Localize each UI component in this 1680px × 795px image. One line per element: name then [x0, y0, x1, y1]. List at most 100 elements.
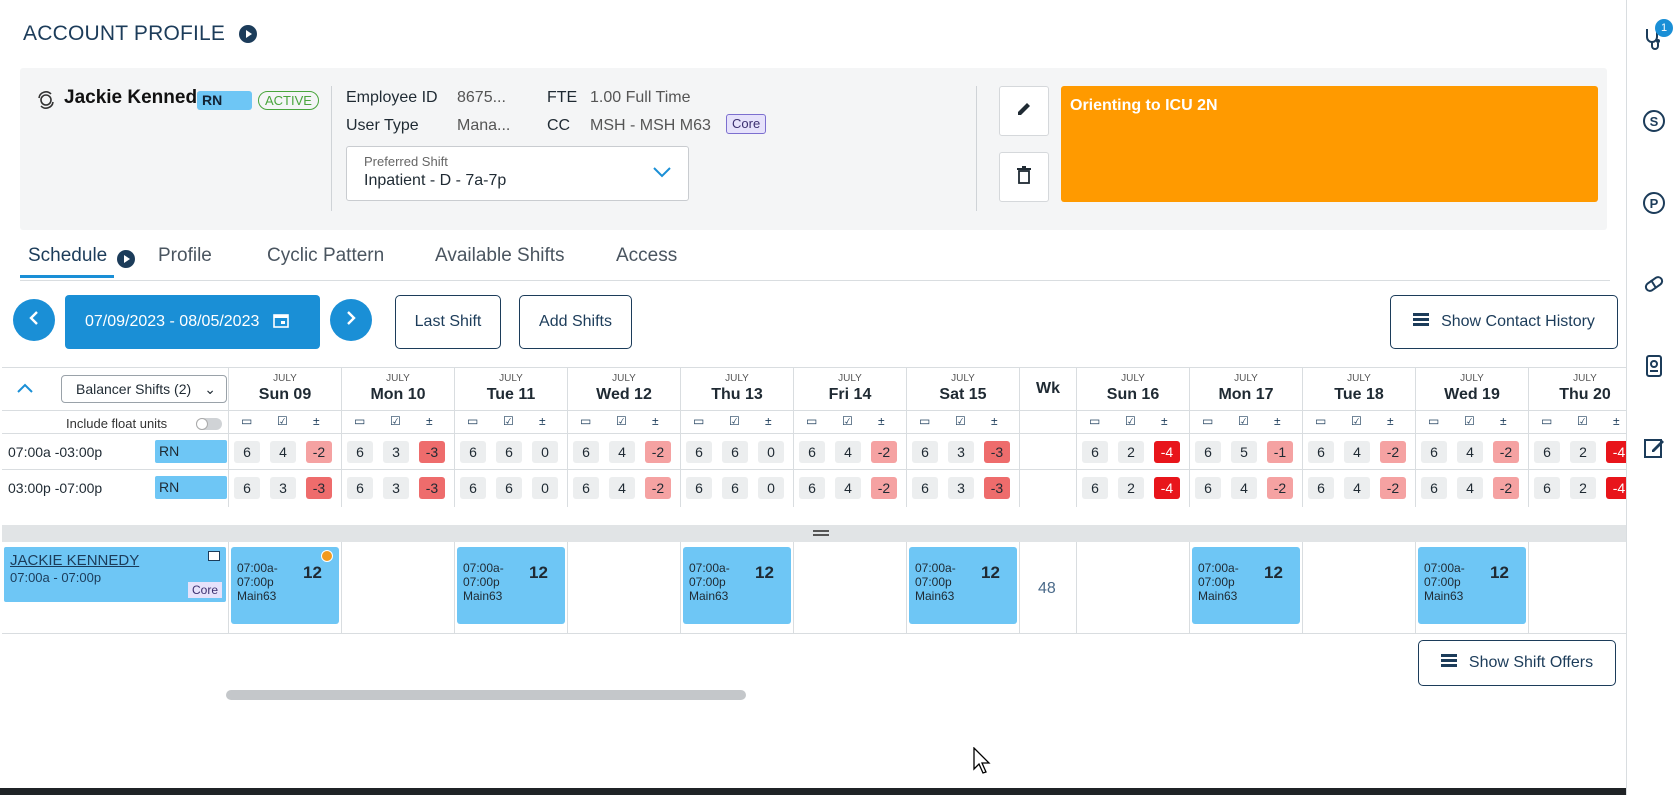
- balancer-shifts-dropdown[interactable]: Balancer Shifts (2) ⌄: [61, 375, 227, 403]
- add-shifts-button[interactable]: Add Shifts: [519, 295, 632, 349]
- employee-lane-hours: 07:00a - 07:00p: [10, 570, 102, 585]
- shift-time: 07:00a- 07:00p Main63: [915, 561, 956, 603]
- shift-time-start: 07:00a-: [689, 561, 730, 575]
- schedule-info-icon[interactable]: [116, 250, 135, 268]
- count-cell: -2: [1380, 441, 1406, 463]
- count-cell: 6: [496, 477, 522, 499]
- tab-profile[interactable]: Profile: [158, 245, 212, 267]
- count-cell: 5: [1231, 441, 1257, 463]
- resize-divider[interactable]: [2, 525, 1626, 542]
- count-cell: -2: [645, 477, 671, 499]
- pill-icon[interactable]: [1641, 271, 1667, 297]
- schedule-lane: JACKIE KENNEDY 07:00a - 07:00p Core 48 0…: [2, 542, 1626, 634]
- calendar-icon: ▭: [806, 414, 818, 428]
- chevron-right-icon: [345, 310, 357, 331]
- calendar-check-icon: ☑: [616, 414, 627, 428]
- list-icon-2: [1440, 653, 1457, 673]
- calendar-check-icon: ☑: [842, 414, 853, 428]
- calendar-check-icon: ☑: [729, 414, 740, 428]
- count-cell: -3: [306, 477, 332, 499]
- shift-time: 07:00a- 07:00p Main63: [237, 561, 278, 603]
- plus-minus-icon: ±: [1274, 414, 1281, 428]
- count-cell: 4: [609, 477, 635, 499]
- tabs-divider: [20, 280, 1610, 281]
- day-header: JULY Sat 15: [907, 367, 1020, 410]
- shift-time-start: 07:00a-: [1424, 561, 1465, 575]
- date-range-button[interactable]: 07/09/2023 - 08/05/2023: [65, 295, 320, 349]
- shift-card[interactable]: 07:00a- 07:00p Main63 12: [231, 547, 339, 624]
- count-cell: 6: [1082, 477, 1108, 499]
- last-shift-button[interactable]: Last Shift: [395, 295, 501, 349]
- week-total: 48: [1038, 580, 1056, 597]
- show-shift-offers-button[interactable]: Show Shift Offers: [1418, 640, 1616, 686]
- shift-time-end: 07:00p: [237, 575, 274, 589]
- edit-note-icon[interactable]: [1641, 435, 1667, 461]
- shift-hours: 12: [755, 563, 774, 582]
- day-header: JULY Sun 09: [229, 367, 342, 410]
- shift-card[interactable]: 07:00a- 07:00p Main63 12: [1418, 547, 1526, 624]
- grid-col-line: [1528, 410, 1529, 507]
- employee-lane-name[interactable]: JACKIE KENNEDY: [10, 552, 139, 569]
- prev-period-button[interactable]: [13, 299, 55, 341]
- count-cell: -2: [1380, 477, 1406, 499]
- edit-button[interactable]: [999, 86, 1049, 136]
- shift-card[interactable]: 07:00a- 07:00p Main63 12: [1192, 547, 1300, 624]
- employee-name: Jackie Kennedy: [64, 87, 208, 108]
- pencil-icon: [1015, 100, 1033, 123]
- calendar-icon: [273, 312, 290, 333]
- chevron-down-small-icon: ⌄: [204, 381, 216, 397]
- badge-icon[interactable]: [1641, 353, 1667, 379]
- cc-core-badge: Core: [726, 114, 767, 134]
- day-header-label: Wed 19: [1444, 386, 1500, 403]
- count-cell: -2: [1267, 477, 1293, 499]
- shift-time: 07:00a- 07:00p Main63: [1198, 561, 1239, 603]
- day-header: JULY Thu 13: [681, 367, 794, 410]
- next-period-button[interactable]: [330, 299, 372, 341]
- count-cell: 6: [686, 441, 712, 463]
- s-circle-icon[interactable]: S: [1641, 108, 1667, 134]
- tab-access[interactable]: Access: [616, 245, 677, 267]
- day-header: JULY Tue 18: [1303, 367, 1416, 410]
- horizontal-scrollbar[interactable]: [226, 690, 746, 700]
- count-cell: -2: [306, 441, 332, 463]
- shift-hours: 12: [981, 563, 1000, 582]
- chevron-down-icon[interactable]: [652, 165, 672, 183]
- collapse-chevron-up-icon[interactable]: [16, 381, 34, 399]
- shift-card[interactable]: 07:00a- 07:00p Main63 12: [457, 547, 565, 624]
- count-cell: -2: [1493, 441, 1519, 463]
- plus-minus-icon: ±: [991, 414, 998, 428]
- shift-card[interactable]: 07:00a- 07:00p Main63 12: [909, 547, 1017, 624]
- shift-time: 07:00a- 07:00p Main63: [463, 561, 504, 603]
- stethoscope-icon[interactable]: 1: [1641, 19, 1673, 51]
- employee-core-badge: Core: [187, 582, 222, 598]
- count-cell: 6: [573, 441, 599, 463]
- p-circle-icon[interactable]: P: [1641, 190, 1667, 216]
- shift-time-end: 07:00p: [689, 575, 726, 589]
- count-cell: -4: [1606, 477, 1626, 499]
- tab-available-shifts[interactable]: Available Shifts: [435, 245, 565, 267]
- shift-time-start: 07:00a-: [915, 561, 956, 575]
- day-header-label: Tue 11: [486, 386, 536, 403]
- calendar-check-icon: ☑: [1125, 414, 1136, 428]
- day-header-label: Sun 16: [1106, 386, 1160, 403]
- fte-label: FTE: [547, 89, 578, 106]
- notification-count-badge: 1: [1655, 19, 1673, 37]
- employee-lane-card[interactable]: JACKIE KENNEDY 07:00a - 07:00p Core: [4, 547, 226, 602]
- info-play-icon[interactable]: [239, 25, 258, 44]
- count-cell: 0: [758, 441, 784, 463]
- count-cell: 6: [234, 441, 260, 463]
- show-contact-history-button[interactable]: Show Contact History: [1390, 295, 1618, 349]
- count-cell: 0: [532, 477, 558, 499]
- delete-button[interactable]: [999, 152, 1049, 202]
- tab-cyclic-pattern[interactable]: Cyclic Pattern: [267, 245, 384, 267]
- shift-card[interactable]: 07:00a- 07:00p Main63 12: [683, 547, 791, 624]
- day-header: JULY Sun 16: [1077, 367, 1190, 410]
- float-units-toggle[interactable]: [196, 418, 222, 430]
- plus-minus-icon: ±: [539, 414, 546, 428]
- day-header: JULY Wed 12: [568, 367, 681, 410]
- count-cell: 6: [799, 441, 825, 463]
- shift-alert-dot-icon: [321, 550, 333, 562]
- lane-col-line: [1189, 542, 1190, 633]
- count-cell: 4: [609, 441, 635, 463]
- tab-schedule[interactable]: Schedule: [28, 245, 135, 268]
